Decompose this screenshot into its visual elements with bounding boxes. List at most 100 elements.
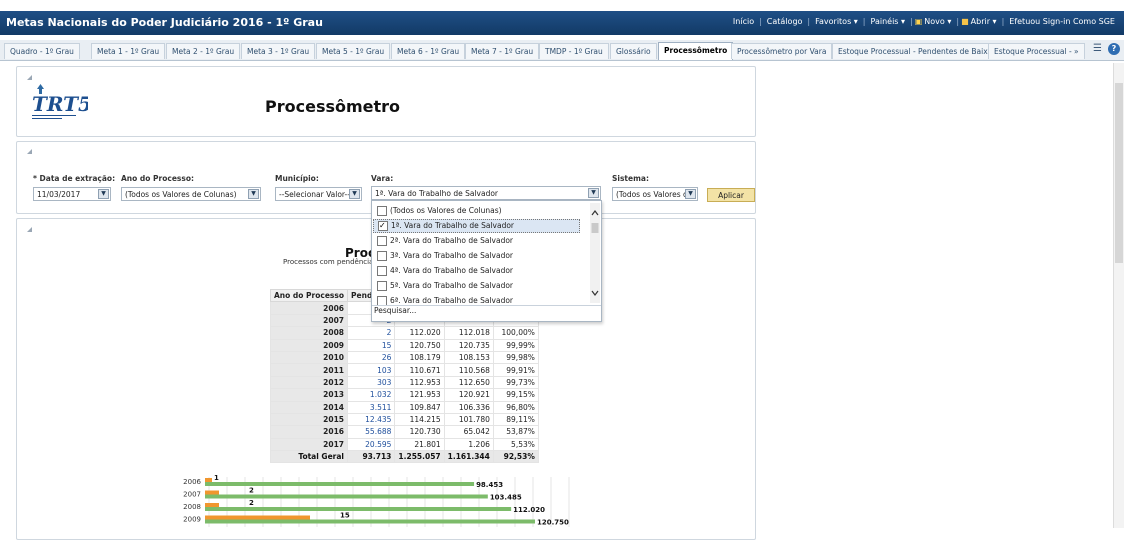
vara-option[interactable]: 1ª. Vara do Trabalho de Salvador xyxy=(373,219,580,233)
cell-ano: 2007 xyxy=(269,313,349,328)
cell-ano: 2014 xyxy=(269,400,349,414)
tab-estoque-pendentes[interactable]: Estoque Processual - Pendentes de Baixa xyxy=(832,43,999,59)
collapse-icon[interactable] xyxy=(27,149,32,154)
vara-option[interactable]: 5ª. Vara do Trabalho de Salvador xyxy=(377,279,513,293)
table-row: 2014 3.511 109.847 106.336 96,80% xyxy=(269,400,539,414)
bar-total xyxy=(205,507,512,511)
nav-novo[interactable]: Novo ▾ xyxy=(924,17,956,26)
checkbox-icon[interactable] xyxy=(377,266,387,276)
cell-baixados: 106.336 xyxy=(443,400,494,414)
chevron-down-icon[interactable]: ▼ xyxy=(98,189,109,199)
vara-option[interactable]: (Todos os Valores de Colunas) xyxy=(377,204,502,218)
collapse-icon[interactable] xyxy=(27,75,32,80)
table-row: 2009 15 120.750 120.735 99,99% xyxy=(269,338,539,352)
municipio-select[interactable]: --Selecionar Valor-- ▼ xyxy=(275,187,362,201)
cell-percentual: 99,15% xyxy=(492,388,539,402)
table-total-row: Total Geral 93.713 1.255.057 1.161.344 92,53… xyxy=(269,450,539,464)
checkbox-icon[interactable] xyxy=(377,236,387,246)
chevron-down-icon[interactable]: ▼ xyxy=(349,189,360,199)
tab-glossario[interactable]: Glossário xyxy=(610,43,657,59)
bar-total-label: 112.020 xyxy=(513,506,545,514)
menu-icon[interactable]: ☰ xyxy=(1093,43,1104,54)
cell-pendente[interactable]: 2 xyxy=(347,326,396,340)
tab-processometro-vara[interactable]: Processômetro por Vara xyxy=(731,43,833,59)
chevron-down-icon[interactable]: ▼ xyxy=(588,188,599,198)
table-row: 2016 55.688 120.730 65.042 53,87% xyxy=(269,425,539,439)
category-label: 2009 xyxy=(183,516,201,524)
cell-baixados: 1.206 xyxy=(443,437,494,452)
tab-estoque-more[interactable]: Estoque Processual - » xyxy=(988,43,1085,59)
vara-value: 1ª. Vara do Trabalho de Salvador xyxy=(375,189,499,198)
table-row: 2010 26 108.179 108.153 99,98% xyxy=(269,350,539,365)
table-body: 200612007220082112.020112.018100,00%2009… xyxy=(269,301,539,464)
collapse-icon[interactable] xyxy=(27,227,32,232)
cell-pendente[interactable]: 55.688 xyxy=(347,425,396,439)
help-icon[interactable]: ? xyxy=(1108,43,1120,55)
app-title: Metas Nacionais do Poder Judiciário 2016… xyxy=(6,16,323,29)
cell-pendente[interactable]: 103 xyxy=(347,363,396,377)
municipio-label: Município: xyxy=(275,174,319,183)
checkbox-icon[interactable] xyxy=(377,281,387,291)
checkbox-icon[interactable] xyxy=(377,251,387,261)
col-ano[interactable]: Ano do Processo xyxy=(269,288,349,303)
bar-total xyxy=(205,494,488,499)
cell-distribuidos: 121.953 xyxy=(394,388,445,402)
dropdown-scrollbar[interactable] xyxy=(590,203,600,303)
cell-pendente[interactable]: 3.511 xyxy=(347,400,396,414)
apply-button[interactable]: Aplicar xyxy=(707,188,755,202)
nav-signed-in-user[interactable]: Efetuou Sign-in Como SGE xyxy=(1004,17,1120,26)
tab-meta7[interactable]: Meta 7 - 1º Grau xyxy=(465,43,540,59)
cell-pendente[interactable]: 15 xyxy=(347,338,396,352)
chevron-down-icon[interactable]: ▼ xyxy=(685,189,696,199)
cell-ano: 2009 xyxy=(269,338,349,352)
bar-pendente-label: 2 xyxy=(249,487,254,495)
chevron-down-icon[interactable]: ▼ xyxy=(248,189,259,199)
nav-abrir[interactable]: Abrir ▾ xyxy=(971,17,1002,26)
data-extracao-select[interactable]: 11/03/2017 ▼ xyxy=(33,187,111,201)
bar-total-label: 98.453 xyxy=(476,481,503,489)
dropdown-search[interactable]: Pesquisar... xyxy=(374,306,416,315)
nav-inicio[interactable]: Início xyxy=(728,17,759,26)
vara-select[interactable]: 1ª. Vara do Trabalho de Salvador ▼ xyxy=(371,186,601,200)
vara-option-label: 5ª. Vara do Trabalho de Salvador xyxy=(390,281,514,290)
table-row: 2017 20.595 21.801 1.206 5,53% xyxy=(269,437,539,452)
nav-catalogo[interactable]: Catálogo xyxy=(762,17,808,26)
vara-option[interactable]: 3ª. Vara do Trabalho de Salvador xyxy=(377,249,513,263)
tab-meta2[interactable]: Meta 2 - 1º Grau xyxy=(166,43,241,59)
checkbox-checked-icon[interactable] xyxy=(378,219,388,233)
sistema-value: (Todos os Valores d xyxy=(616,190,688,199)
tab-meta5[interactable]: Meta 5 - 1º Grau xyxy=(316,43,391,59)
cell-pendente[interactable]: 1.032 xyxy=(347,388,396,402)
cell-distribuidos: 120.730 xyxy=(394,425,445,439)
tab-quadro[interactable]: Quadro - 1º Grau xyxy=(4,43,80,59)
nav-favoritos[interactable]: Favoritos ▾ xyxy=(810,17,863,26)
cell-pendente[interactable]: 12.435 xyxy=(347,412,396,427)
nav-paineis[interactable]: Painéis ▾ xyxy=(866,17,911,26)
data-extracao-label: * Data de extração: xyxy=(33,174,116,183)
cell-ano: 2011 xyxy=(269,363,349,377)
cell-baixados: 101.780 xyxy=(443,412,494,427)
page-scrollbar[interactable] xyxy=(1113,63,1124,528)
tab-meta3[interactable]: Meta 3 - 1º Grau xyxy=(241,43,316,59)
cell-distribuidos: 120.750 xyxy=(394,338,445,352)
vara-option[interactable]: 4ª. Vara do Trabalho de Salvador xyxy=(377,264,513,278)
tab-tmdp[interactable]: TMDP - 1º Grau xyxy=(539,43,609,59)
cell-pendente[interactable]: 303 xyxy=(347,375,396,390)
checkbox-icon[interactable] xyxy=(377,206,387,216)
bar-total-label: 120.750 xyxy=(537,519,569,527)
cell-pendente[interactable]: 26 xyxy=(347,350,396,365)
tab-meta1[interactable]: Meta 1 - 1º Grau xyxy=(91,43,166,59)
vara-option[interactable]: 2ª. Vara do Trabalho de Salvador xyxy=(377,234,513,248)
tab-processometro[interactable]: Processômetro xyxy=(658,42,734,60)
cell-percentual: 99,99% xyxy=(492,338,539,352)
data-extracao-value: 11/03/2017 xyxy=(37,190,81,199)
sistema-select[interactable]: (Todos os Valores d ▼ xyxy=(612,187,698,201)
table-row: 2015 12.435 114.215 101.780 89,11% xyxy=(269,412,539,427)
bar-pendente xyxy=(205,490,219,495)
cell-pendente[interactable]: 20.595 xyxy=(347,437,396,452)
tab-meta6[interactable]: Meta 6 - 1º Grau xyxy=(391,43,466,59)
page-scrollbar-thumb[interactable] xyxy=(1115,83,1123,263)
page-title: Processômetro xyxy=(265,97,401,116)
ano-processo-value: (Todos os Valores de Colunas) xyxy=(125,190,237,199)
ano-processo-select[interactable]: (Todos os Valores de Colunas) ▼ xyxy=(121,187,261,201)
